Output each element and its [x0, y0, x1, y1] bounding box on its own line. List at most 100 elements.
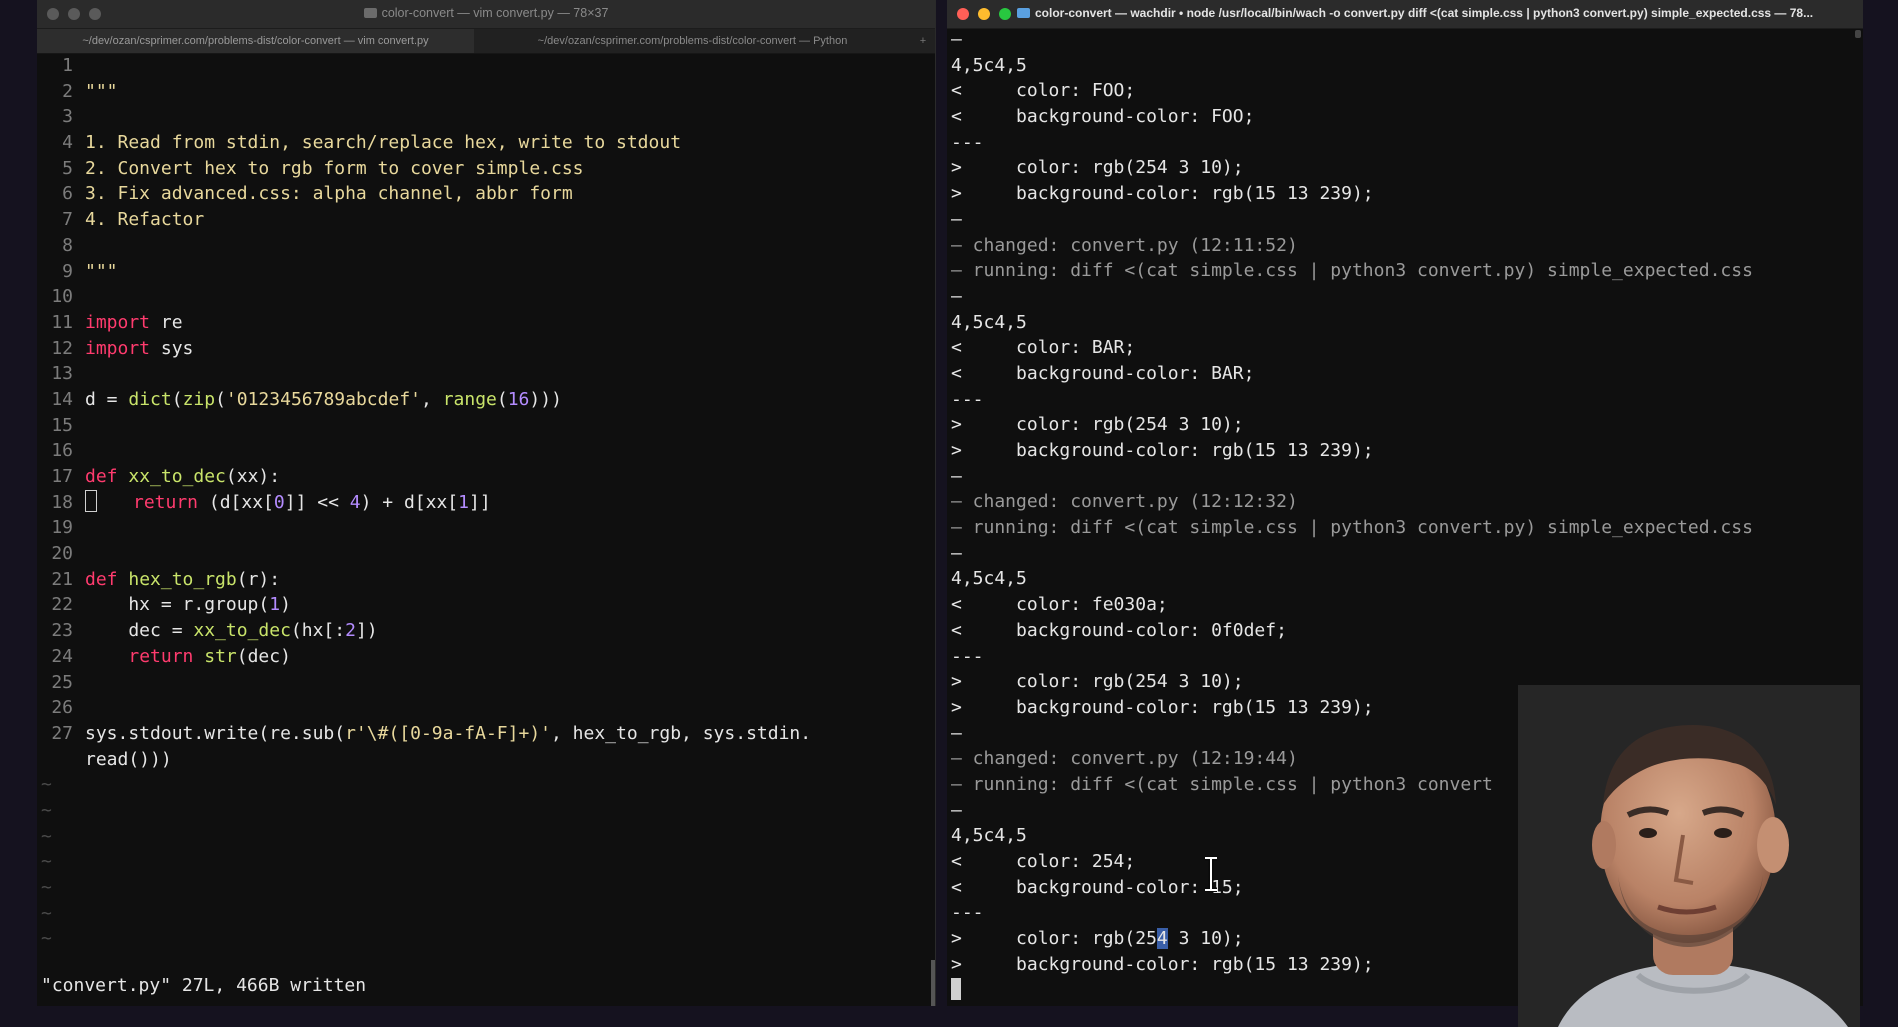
code-line: 1	[37, 53, 935, 79]
line-text: return (d[xx[0]] << 4) + d[xx[1]]	[133, 491, 491, 513]
line-number: 23	[51, 620, 73, 642]
empty-line-marker: ~	[41, 877, 52, 898]
empty-line-marker: ~	[41, 902, 52, 924]
terminal-line: < color: fe030a;	[951, 594, 1168, 616]
presenter-photo	[1518, 685, 1860, 1027]
line-number: 20	[51, 543, 73, 565]
code-line: 12 import sys	[37, 336, 935, 362]
line-number: 22	[51, 594, 73, 616]
vim-tab-bar: ~/dev/ozan/csprimer.com/problems-dist/co…	[37, 29, 935, 54]
vim-status-line: "convert.py" 27L, 466B written	[41, 975, 367, 996]
code-line: 13	[37, 361, 935, 387]
line-number: 26	[51, 697, 73, 719]
code-line: 14 d = dict(zip('0123456789abcdef', range…	[37, 387, 935, 413]
terminal-line: – changed: convert.py (12:12:32)	[951, 491, 1298, 513]
terminal-line: < color: FOO;	[951, 80, 1136, 102]
line-number: 12	[51, 337, 73, 359]
line-number: 5	[62, 157, 73, 179]
empty-line-marker: ~	[41, 825, 52, 847]
line-text: sys.stdout.write(re.sub(r'\#([0-9a-fA-F]…	[85, 722, 812, 744]
line-text: """	[85, 260, 118, 282]
line-number: 9	[62, 260, 73, 282]
terminal-line: < background-color: BAR;	[951, 362, 1255, 384]
code-line: 22 hx = r.group(1)	[37, 592, 935, 618]
close-button[interactable]	[957, 8, 969, 20]
selected-text-line: > color: rgb(254 3 10);	[951, 928, 1244, 950]
terminal-line: ---	[951, 645, 984, 667]
empty-line-marker: ~	[41, 928, 52, 950]
line-number: 21	[51, 568, 73, 590]
line-text: hx = r.group(1)	[85, 594, 291, 616]
empty-line-marker: ~	[41, 799, 52, 821]
line-text: import sys	[85, 337, 194, 359]
minimize-button[interactable]	[978, 8, 990, 20]
line-text: return str(dec)	[128, 645, 291, 667]
code-line: 3	[37, 104, 935, 130]
terminal-cursor	[951, 978, 961, 1001]
code-line: 10	[37, 284, 935, 310]
code-line: 17 def xx_to_dec(xx):	[37, 464, 935, 490]
line-number: 25	[51, 671, 73, 693]
line-text: """	[85, 80, 118, 102]
code-line: 6 3. Fix advanced.css: alpha channel, abb…	[37, 181, 935, 207]
terminal-line: > background-color: rgb(15 13 239);	[951, 440, 1374, 461]
code-line: 9 """	[37, 259, 935, 285]
code-line: 4 1. Read from stdin, search/replace hex,…	[37, 130, 935, 156]
vim-titlebar[interactable]: color-convert — vim convert.py — 78×37	[37, 0, 935, 29]
terminal-line: 4,5c4,5	[951, 311, 1027, 333]
code-line: 18 return (d[xx[0]] << 4) + d[xx[1]]	[37, 489, 935, 516]
terminal-line: < background-color: FOO;	[951, 106, 1255, 128]
terminal-line: – running: diff <(cat simple.css | pytho…	[951, 517, 1753, 539]
terminal-line: —	[951, 285, 962, 307]
terminal-line: < color: BAR;	[951, 337, 1136, 359]
line-text: import re	[85, 311, 183, 333]
folder-icon	[1017, 8, 1030, 18]
code-line: 23 dec = xx_to_dec(hx[:2])	[37, 618, 935, 644]
terminal-line: —	[951, 542, 962, 564]
text-cursor-icon	[1205, 856, 1217, 892]
folder-icon	[363, 8, 377, 18]
line-text: def hex_to_rgb(r):	[85, 568, 281, 590]
code-line: 7 4. Refactor	[37, 207, 935, 233]
line-number: 17	[51, 466, 73, 487]
line-number: 15	[51, 414, 73, 436]
scrollbar[interactable]	[931, 960, 935, 1006]
code-line: 15	[37, 413, 935, 439]
tab-vim-convert[interactable]: ~/dev/ozan/csprimer.com/problems-dist/co…	[37, 29, 474, 53]
vim-cursor	[85, 489, 97, 512]
line-number: 8	[62, 234, 73, 256]
empty-line-marker: ~	[41, 774, 52, 796]
terminal-line: – running: diff <(cat simple.css | pytho…	[951, 260, 1753, 282]
code-editor[interactable]: 1 2 """ 3 4 1. Read from stdin, search/rep…	[37, 53, 935, 952]
line-number: 19	[51, 517, 73, 539]
line-number: 3	[62, 106, 73, 128]
code-line: 5 2. Convert hex to rgb form to cover sim…	[37, 156, 935, 182]
line-text: dec = xx_to_dec(hx[:2])	[85, 620, 378, 642]
code-line: 11 import re	[37, 310, 935, 336]
code-line: 21 def hex_to_rgb(r):	[37, 567, 935, 593]
code-line: 25	[37, 670, 935, 696]
line-text: d = dict(zip('0123456789abcdef', range(1…	[85, 388, 562, 410]
vim-window-title: color-convert — vim convert.py — 78×37	[37, 6, 935, 20]
terminal-line: ---	[951, 131, 984, 153]
terminal-line: > color: rgb(254 3 10);	[951, 157, 1244, 179]
code-line: 16	[37, 438, 935, 464]
line-number: 16	[51, 440, 73, 462]
empty-line-marker: ~	[41, 851, 52, 873]
code-line: 19	[37, 515, 935, 541]
terminal-line: —	[951, 29, 962, 50]
code-line: 26	[37, 695, 935, 721]
maximize-button[interactable]	[999, 8, 1011, 20]
vim-window-title-text: color-convert — vim convert.py — 78×37	[381, 6, 609, 20]
new-tab-button[interactable]: +	[911, 29, 935, 53]
line-text: 2. Convert hex to rgb form to cover simp…	[85, 157, 584, 179]
line-number: 13	[51, 363, 73, 385]
line-number: 6	[62, 183, 73, 205]
terminal-titlebar[interactable]: color-convert — wachdir • node /usr/loca…	[947, 0, 1863, 29]
line-text: 4. Refactor	[85, 209, 205, 231]
terminal-line: > background-color: rgb(15 13 239);	[951, 183, 1374, 205]
vim-window[interactable]: color-convert — vim convert.py — 78×37 ~…	[37, 0, 936, 1006]
terminal-window-title-text: color-convert — wachdir • node /usr/loca…	[1035, 6, 1814, 20]
tab-python[interactable]: ~/dev/ozan/csprimer.com/problems-dist/co…	[474, 29, 911, 53]
terminal-line: – changed: convert.py (12:11:52)	[951, 234, 1298, 256]
